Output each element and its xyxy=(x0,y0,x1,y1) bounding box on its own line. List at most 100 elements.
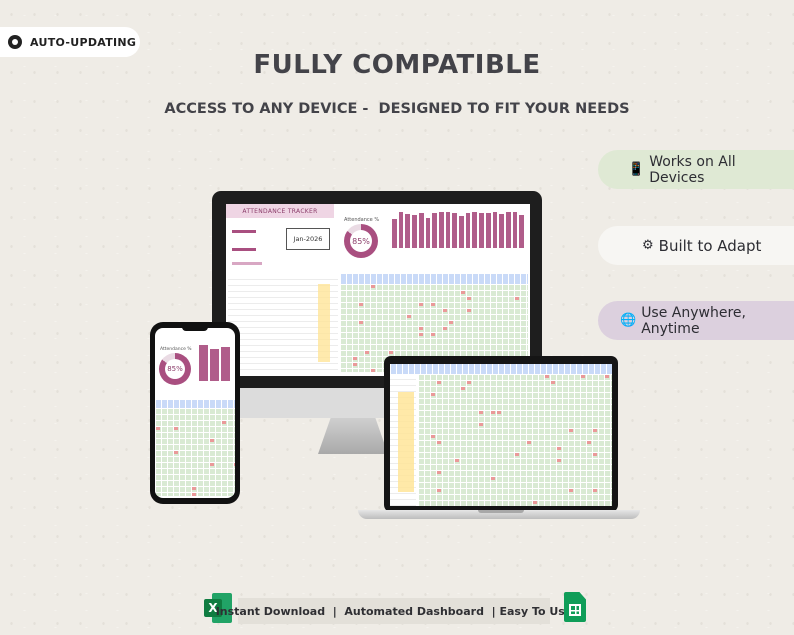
attendance-label: Attendance % xyxy=(160,347,192,352)
absent-cell xyxy=(210,463,214,466)
absent-cell xyxy=(365,351,369,354)
absent-cell xyxy=(515,453,519,456)
absent-cell xyxy=(431,435,435,438)
attendance-bar xyxy=(485,213,491,248)
absent-cell xyxy=(353,363,357,366)
smartphone: Attendance % 85% xyxy=(150,322,240,504)
attendance-donut: 85% xyxy=(159,353,191,385)
absent-cell xyxy=(192,487,196,490)
absent-cell xyxy=(527,441,531,444)
attendance-bar xyxy=(492,212,498,248)
feature-use-anywhere: 🌐 Use Anywhere, Anytime xyxy=(598,301,794,340)
absent-cell xyxy=(234,463,235,466)
monitor-screen: ATTENDANCE TRACKER Jan-2026 Attendance %… xyxy=(226,204,530,376)
tracker-title: ATTENDANCE TRACKER xyxy=(226,204,334,218)
absent-cell xyxy=(449,321,453,324)
absent-cell xyxy=(437,441,441,444)
day-header-row xyxy=(390,364,612,374)
absent-cell xyxy=(419,327,423,330)
month-selector[interactable]: Jan-2026 xyxy=(286,228,330,250)
gear-icon xyxy=(8,35,22,49)
attendance-bar xyxy=(459,215,464,248)
absent-cell xyxy=(419,303,423,306)
attendance-bar xyxy=(445,212,451,248)
phone-screen: Attendance % 85% xyxy=(155,328,235,498)
absent-cell xyxy=(371,285,375,288)
absent-cell xyxy=(479,423,483,426)
attendance-bar xyxy=(472,212,478,248)
absent-cell xyxy=(371,369,375,372)
page-title: FULLY COMPATIBLE xyxy=(253,50,541,80)
absent-cell xyxy=(174,427,178,430)
attendance-donut: 85% xyxy=(344,224,378,258)
feature-works-on-all-devices: 📱 Works on All Devices xyxy=(598,150,794,189)
feature-label: Use Anywhere, Anytime xyxy=(641,304,746,337)
laptop xyxy=(384,356,618,512)
absent-cell xyxy=(593,489,597,492)
attendance-bar xyxy=(392,219,397,248)
absent-cell xyxy=(431,333,435,336)
attendance-grid xyxy=(155,408,235,496)
attendance-bar xyxy=(221,346,230,381)
absent-cell xyxy=(497,411,501,414)
absent-cell xyxy=(210,439,214,442)
absent-cell xyxy=(569,429,573,432)
laptop-screen xyxy=(390,364,612,506)
absent-cell xyxy=(174,451,178,454)
attendance-bar xyxy=(465,213,471,248)
absent-cell xyxy=(437,381,441,384)
absent-cell xyxy=(389,351,393,354)
absent-cell xyxy=(192,493,196,496)
page-subtitle: ACCESS TO ANY DEVICE - DESIGNED TO FIT Y… xyxy=(164,101,630,117)
globe-icon: 🌐 xyxy=(620,313,637,328)
absent-cell xyxy=(557,447,561,450)
absent-cell xyxy=(587,441,591,444)
absent-cell xyxy=(491,477,495,480)
absent-cell xyxy=(581,375,585,378)
attendance-bar xyxy=(438,212,444,248)
absent-cell xyxy=(431,393,435,396)
absent-cell xyxy=(545,375,549,378)
attendance-bar xyxy=(519,214,525,248)
absent-cell xyxy=(467,309,471,312)
absent-cell xyxy=(605,375,609,378)
absent-cell xyxy=(407,315,411,318)
absent-cell xyxy=(551,381,555,384)
attendance-bar xyxy=(418,212,424,248)
feature-label: Works on All Devices xyxy=(649,153,736,186)
attendance-bar xyxy=(499,214,504,248)
attendance-bar xyxy=(512,212,518,248)
attendance-percent: 85% xyxy=(165,359,185,379)
attendance-bar xyxy=(425,217,431,248)
absent-cell xyxy=(222,421,226,424)
attendance-bar-chart xyxy=(392,212,525,248)
absent-cell xyxy=(533,501,537,504)
attendance-bar xyxy=(452,213,458,248)
attendance-bar xyxy=(432,213,437,248)
absent-cell xyxy=(557,459,561,462)
absent-cell xyxy=(353,357,357,360)
mobile-phone-icon: 📱 xyxy=(628,162,645,177)
attendance-bar xyxy=(412,214,417,248)
google-sheets-icon xyxy=(564,592,586,622)
absent-cell xyxy=(431,303,435,306)
absent-cell xyxy=(491,411,495,414)
attendance-bar xyxy=(398,212,404,248)
absent-cell xyxy=(515,297,519,300)
attendance-percent: 85% xyxy=(350,230,372,252)
absent-cell xyxy=(467,381,471,384)
absent-cell xyxy=(461,291,465,294)
day-header-row xyxy=(340,274,528,284)
attendance-bar xyxy=(505,212,511,248)
feature-built-to-adapt: ⚙ Built to Adapt xyxy=(598,226,794,265)
absent-cell xyxy=(359,321,363,324)
absent-cell xyxy=(467,297,471,300)
absent-cell xyxy=(461,387,465,390)
absent-cell xyxy=(593,453,597,456)
absent-cell xyxy=(443,327,447,330)
footer-banner: Instant Download | Automated Dashboard |… xyxy=(216,598,572,624)
attendance-label: Attendance % xyxy=(344,217,380,223)
absent-cell xyxy=(437,489,441,492)
attendance-bar xyxy=(199,344,208,381)
attendance-grid xyxy=(418,374,612,506)
